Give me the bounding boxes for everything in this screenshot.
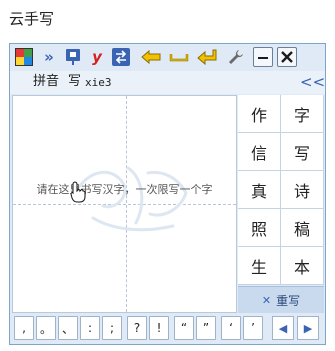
candidate-char[interactable]: 生: [238, 247, 281, 285]
backspace-icon[interactable]: [140, 47, 162, 67]
candidate-char[interactable]: 信: [238, 133, 281, 171]
handwriting-input-window: » y 拼音 写 xie3 << 请在这里书写汉字，一次限写一个字 作 字 信 …: [9, 43, 326, 345]
candidate-char[interactable]: 照: [238, 209, 281, 247]
arrow-right-icon: ▶: [303, 321, 313, 335]
punct-key[interactable]: !: [149, 316, 169, 340]
minimize-icon: [258, 57, 268, 59]
candidate-char[interactable]: 作: [238, 95, 281, 133]
arrow-left-icon: ◀: [278, 321, 288, 335]
punct-key[interactable]: ‘: [221, 316, 241, 340]
close-button[interactable]: [277, 47, 297, 67]
prev-page-button[interactable]: ◀: [272, 316, 294, 340]
punct-key[interactable]: 、: [58, 316, 78, 340]
punctuation-bar: , 。 、 : ; ? ! “ ” ‘ ’ ◀ ▶: [12, 316, 323, 342]
pinyin-label: 拼音: [33, 74, 60, 89]
next-page-button[interactable]: ▶: [297, 316, 319, 340]
candidate-char[interactable]: 真: [238, 171, 281, 209]
candidate-char[interactable]: 本: [281, 247, 324, 285]
app-logo-icon[interactable]: [14, 47, 34, 67]
settings-wrench-icon[interactable]: [226, 47, 246, 67]
expand-icon[interactable]: »: [39, 47, 59, 67]
punct-key[interactable]: ”: [196, 316, 216, 340]
candidate-char[interactable]: 稿: [281, 209, 324, 247]
punct-key[interactable]: 。: [36, 316, 56, 340]
input-mode-icon[interactable]: [63, 47, 83, 67]
punct-key[interactable]: ,: [14, 316, 34, 340]
candidate-char[interactable]: 字: [281, 95, 324, 133]
page-title: 云手写: [9, 10, 55, 28]
hand-cursor-icon: [70, 181, 86, 203]
candidate-grid: 作 字 信 写 真 诗 照 稿 生 本: [238, 95, 324, 285]
handwriting-y-icon[interactable]: y: [87, 47, 107, 67]
enter-icon[interactable]: [196, 47, 218, 67]
space-icon[interactable]: [168, 47, 190, 67]
candidate-char[interactable]: 诗: [281, 171, 324, 209]
punct-key[interactable]: ?: [127, 316, 147, 340]
punct-key[interactable]: “: [174, 316, 194, 340]
clear-x-icon: ✕: [261, 293, 272, 307]
minimize-button[interactable]: [253, 47, 273, 67]
punct-key[interactable]: ;: [102, 316, 122, 340]
handwriting-canvas[interactable]: 请在这里书写汉字，一次限写一个字: [12, 95, 237, 313]
mode-bar: 拼音 写 xie3 <<: [10, 71, 325, 94]
punct-key[interactable]: :: [80, 316, 100, 340]
rewrite-button[interactable]: ✕ 重写: [238, 286, 324, 313]
recognized-char: 写: [68, 74, 82, 89]
punct-key[interactable]: ’: [243, 316, 263, 340]
toolbar: » y: [10, 44, 325, 71]
rewrite-label: 重写: [276, 293, 301, 308]
switch-icon[interactable]: [111, 47, 131, 67]
candidate-char[interactable]: 写: [281, 133, 324, 171]
close-icon: [281, 51, 293, 63]
pinyin-value: xie3: [85, 76, 112, 89]
watermark-logo-icon: [76, 166, 188, 232]
collapse-icon[interactable]: <<: [300, 72, 325, 92]
writing-hint: 请在这里书写汉字，一次限写一个字: [36, 183, 213, 196]
